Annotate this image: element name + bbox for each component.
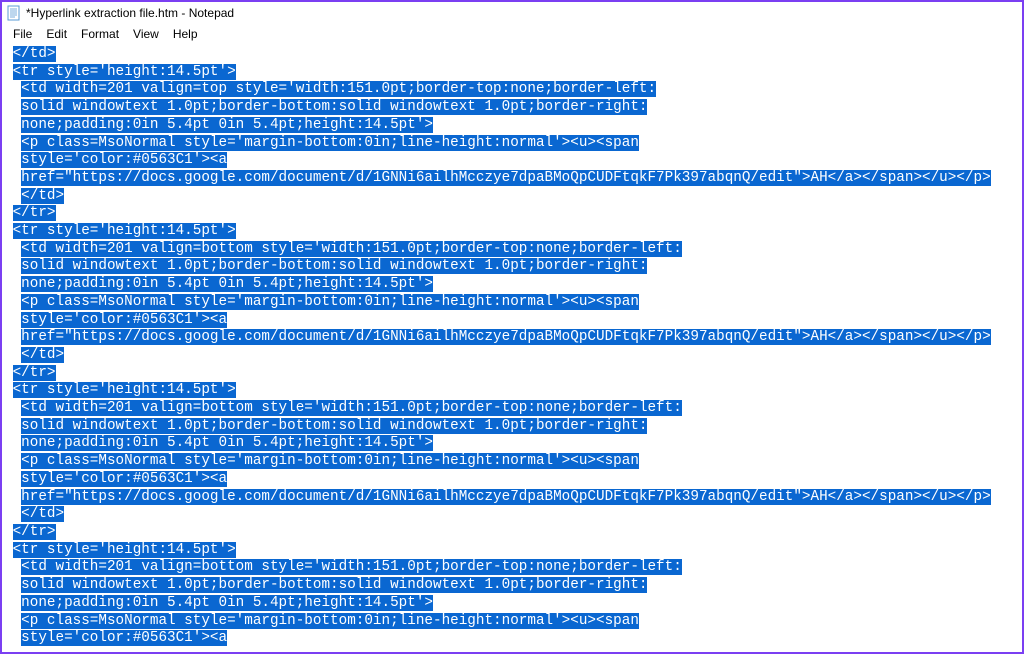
editor-line[interactable]: </tr> bbox=[4, 524, 1020, 542]
editor-line[interactable]: <tr style='height:14.5pt'> bbox=[4, 64, 1020, 82]
editor-line[interactable]: none;padding:0in 5.4pt 0in 5.4pt;height:… bbox=[4, 276, 1020, 294]
editor-line[interactable]: </td> bbox=[4, 506, 1020, 524]
editor-line[interactable]: <td width=201 valign=bottom style='width… bbox=[4, 241, 1020, 259]
editor-line[interactable]: <tr style='height:14.5pt'> bbox=[4, 542, 1020, 560]
editor-line[interactable]: </tr> bbox=[4, 205, 1020, 223]
editor-line[interactable]: </tr> bbox=[4, 365, 1020, 383]
editor-line[interactable]: </td> bbox=[4, 188, 1020, 206]
editor-line[interactable]: <p class=MsoNormal style='margin-bottom:… bbox=[4, 135, 1020, 153]
editor-line[interactable]: none;padding:0in 5.4pt 0in 5.4pt;height:… bbox=[4, 117, 1020, 135]
editor-line[interactable]: <p class=MsoNormal style='margin-bottom:… bbox=[4, 453, 1020, 471]
editor-line[interactable]: <p class=MsoNormal style='margin-bottom:… bbox=[4, 294, 1020, 312]
editor-line[interactable]: <td width=201 valign=bottom style='width… bbox=[4, 559, 1020, 577]
window-title: *Hyperlink extraction file.htm - Notepad bbox=[26, 6, 234, 20]
editor-line[interactable]: </td> bbox=[4, 347, 1020, 365]
editor-line[interactable]: solid windowtext 1.0pt;border-bottom:sol… bbox=[4, 418, 1020, 436]
menu-format[interactable]: Format bbox=[74, 26, 126, 42]
editor-line[interactable]: solid windowtext 1.0pt;border-bottom:sol… bbox=[4, 577, 1020, 595]
editor-line[interactable]: <td width=201 valign=bottom style='width… bbox=[4, 400, 1020, 418]
editor-line[interactable]: none;padding:0in 5.4pt 0in 5.4pt;height:… bbox=[4, 595, 1020, 613]
editor-line[interactable]: <tr style='height:14.5pt'> bbox=[4, 382, 1020, 400]
menubar: File Edit Format View Help bbox=[2, 24, 1022, 44]
editor-line[interactable]: style='color:#0563C1'><a bbox=[4, 471, 1020, 489]
editor-line[interactable]: href="https://docs.google.com/document/d… bbox=[4, 329, 1020, 347]
editor-line[interactable]: href="https://docs.google.com/document/d… bbox=[4, 170, 1020, 188]
titlebar: *Hyperlink extraction file.htm - Notepad bbox=[2, 2, 1022, 24]
notepad-icon bbox=[6, 5, 22, 21]
editor-line[interactable]: <p class=MsoNormal style='margin-bottom:… bbox=[4, 613, 1020, 631]
editor-line[interactable]: solid windowtext 1.0pt;border-bottom:sol… bbox=[4, 258, 1020, 276]
editor-line[interactable]: none;padding:0in 5.4pt 0in 5.4pt;height:… bbox=[4, 435, 1020, 453]
editor-line[interactable]: href="https://docs.google.com/document/d… bbox=[4, 489, 1020, 507]
menu-help[interactable]: Help bbox=[166, 26, 205, 42]
editor-line[interactable]: <tr style='height:14.5pt'> bbox=[4, 223, 1020, 241]
editor-line[interactable]: style='color:#0563C1'><a bbox=[4, 152, 1020, 170]
editor-line[interactable]: </td> bbox=[4, 46, 1020, 64]
menu-edit[interactable]: Edit bbox=[39, 26, 74, 42]
text-editor-area[interactable]: </td> <tr style='height:14.5pt'> <td wid… bbox=[2, 44, 1022, 652]
menu-file[interactable]: File bbox=[6, 26, 39, 42]
editor-line[interactable]: <td width=201 valign=top style='width:15… bbox=[4, 81, 1020, 99]
editor-line[interactable]: style='color:#0563C1'><a bbox=[4, 630, 1020, 648]
editor-line[interactable]: style='color:#0563C1'><a bbox=[4, 312, 1020, 330]
menu-view[interactable]: View bbox=[126, 26, 166, 42]
editor-line[interactable]: solid windowtext 1.0pt;border-bottom:sol… bbox=[4, 99, 1020, 117]
